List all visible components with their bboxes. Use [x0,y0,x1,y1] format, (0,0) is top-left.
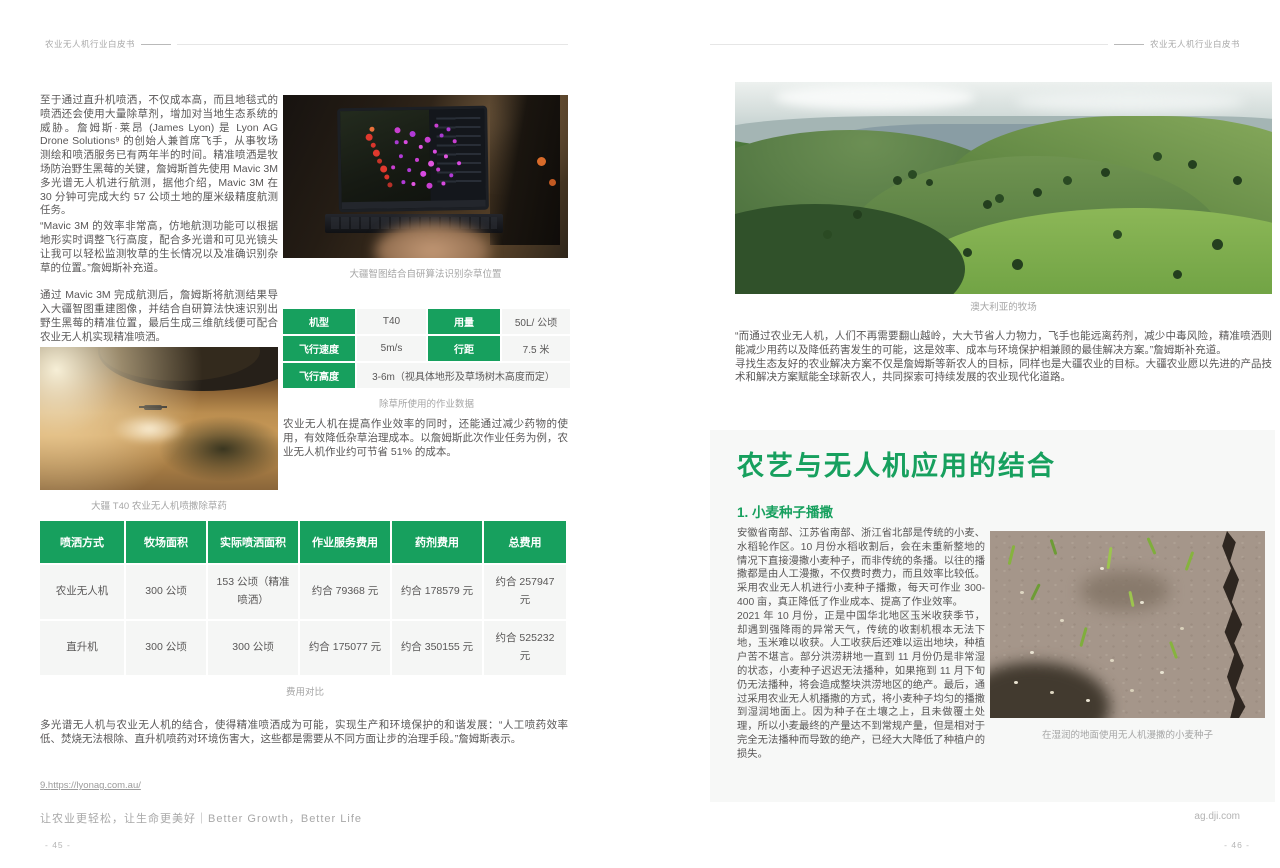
table-cell: 农业无人机 [40,565,124,619]
table-header-cell: 总费用 [484,521,566,563]
table-cell: 300 公顷 [126,565,206,619]
orange-knob [537,157,546,166]
paragraph-quote: “而通过农业无人机，人们不再需要翻山越岭，大大节省人力物力，飞手也能远离药剂，减… [735,330,1272,358]
paragraph: 通过 Mavic 3M 完成航测后，詹姆斯将航测结果导入大疆智图重建图像，并结合… [40,289,278,344]
section-text: 安徽省南部、江苏省南部、浙江省北部是传统的小麦、水稻轮作区。10 月份水稻收割后… [737,527,985,762]
section-title: 农艺与无人机应用的结合 [737,444,1056,483]
photo-australian-pasture [735,82,1272,294]
table-cell: 7.5 米 [502,336,570,361]
table-header-cell: 实际喷洒面积 [208,521,298,563]
table-cell: 50L/ 公顷 [502,309,570,334]
table-header-row: 喷洒方式 牧场面积 实际喷洒面积 作业服务费用 药剂费用 总费用 [40,521,566,563]
header-rule-light [177,44,568,45]
table-cell: 约合 178579 元 [392,565,482,619]
operation-data-table: 机型 T40 用量 50L/ 公顷 飞行速度 5m/s 行距 7.5 米 飞行高… [281,307,572,390]
running-header-left: 农业无人机行业白皮书 [45,38,568,50]
paragraph: 寻找生态友好的农业解决方案不仅是詹姆斯等新农人的目标，同样也是大疆农业的目标。大… [735,358,1272,386]
sun-flare [40,347,278,490]
table-row: 农业无人机 300 公顷 153 公顷（精准喷洒） 约合 79368 元 约合 … [40,565,566,619]
paragraph-quote: “Mavic 3M 的效率非常高，仿地航测功能可以根据地形实时调整飞行高度，配合… [40,220,278,275]
panel-text-lines [436,117,481,188]
table-header-cell: 药剂费用 [392,521,482,563]
left-column-text: 至于通过直升机喷洒，不仅成本高，而且地毯式的喷洒还会使用大量除草剂，增加对当地生… [40,94,278,345]
table-cell: 约合 257947 元 [484,565,566,619]
table-cell: 300 公顷 [126,621,206,675]
orange-knob [549,179,556,186]
table-row: 直升机 300 公顷 300 公顷 约合 175077 元 约合 350155 … [40,621,566,675]
taskbar [342,200,486,210]
photo-caption: 大疆 T40 农业无人机喷撒除草药 [40,498,278,512]
table-cell: 约合 350155 元 [392,621,482,675]
header-rule-light [710,44,1108,45]
footer-slogan: 让农业更轻松，让生命更美好｜Better Growth，Better Life [40,810,362,826]
table-cell: 153 公顷（精准喷洒） [208,565,298,619]
photo-caption: 大疆智图结合自研算法识别杂草位置 [283,266,568,280]
table-cell: 直升机 [40,621,124,675]
table-header-cell: 飞行速度 [283,336,355,361]
cloud [775,84,975,110]
map-view [340,110,431,210]
table-cell: 约合 79368 元 [300,565,390,619]
table-cell: 约合 175077 元 [300,621,390,675]
table-cell: 约合 525232 元 [484,621,566,675]
wheat-seeds [990,531,994,534]
table-row: 飞行速度 5m/s 行距 7.5 米 [283,336,570,361]
table-header-cell: 喷洒方式 [40,521,124,563]
right-intro-text: “而通过农业无人机，人们不再需要翻山越岭，大大节省人力物力，飞手也能远离药剂，减… [735,330,1272,385]
table-row: 飞行高度 3-6m（视具体地形及草场树木高度而定） [283,363,570,388]
paragraph: 安徽省南部、江苏省南部、浙江省北部是传统的小麦、水稻轮作区。10 月份水稻收割后… [737,527,985,610]
table-header-cell: 作业服务费用 [300,521,390,563]
table-caption: 除草所使用的作业数据 [283,396,570,410]
photo-dji-terra-laptop [283,95,568,258]
header-rule-dark [141,44,171,45]
table-header-cell: 飞行高度 [283,363,355,388]
page-number-left: - 45 - [45,840,71,850]
header-rule-dark [1114,44,1144,45]
table-caption: 费用对比 [40,684,570,698]
footnote-link[interactable]: 9.https://lyonag.com.au/ [40,780,141,791]
running-header-right: 农业无人机行业白皮书 [710,38,1240,50]
table-cell: T40 [357,309,426,334]
table-row: 机型 T40 用量 50L/ 公顷 [283,309,570,334]
cloud [1015,90,1245,112]
footer-website: ag.dji.com [1194,811,1240,822]
cost-comparison-table: 喷洒方式 牧场面积 实际喷洒面积 作业服务费用 药剂费用 总费用 农业无人机 3… [38,519,568,677]
paragraph: 农业无人机在提高作业效率的同时，还能通过减少药物的使用，有效降低杂草治理成本。以… [283,418,568,459]
table-header-cell: 牧场面积 [126,521,206,563]
table-cell: 5m/s [357,336,426,361]
weed-dots-magenta [340,111,344,115]
page-number-right: - 46 - [1224,840,1250,850]
paragraph: 多光谱无人机与农业无人机的结合，使得精准喷洒成为可能，实现生产和环境保护的和谐发… [40,719,568,747]
running-header-left-title: 农业无人机行业白皮书 [45,38,135,50]
table-header-cell: 行距 [428,336,500,361]
photo-t40-spraying [40,347,278,490]
trees [735,82,740,87]
table-cell: 300 公顷 [208,621,298,675]
table-header-cell: 用量 [428,309,500,334]
table-header-cell: 机型 [283,309,355,334]
paragraph: 2021 年 10 月份，正是中国华北地区玉米收获季节，却遇到强降雨的异常天气，… [737,610,985,762]
photo-wheat-seedlings-soil [990,531,1265,718]
photo-caption: 在湿润的地面使用无人机漫撒的小麦种子 [990,727,1265,741]
running-header-right-title: 农业无人机行业白皮书 [1150,38,1240,50]
soil-wet-patch [1080,571,1170,611]
photo-caption: 澳大利亚的牧场 [735,299,1272,313]
section-subtitle: 1. 小麦种子播撒 [737,501,833,521]
paragraph: 至于通过直升机喷洒，不仅成本高，而且地毯式的喷洒还会使用大量除草剂，增加对当地生… [40,94,278,218]
table-cell: 3-6m（视具体地形及草场树木高度而定） [357,363,570,388]
laptop-screen [337,106,489,213]
